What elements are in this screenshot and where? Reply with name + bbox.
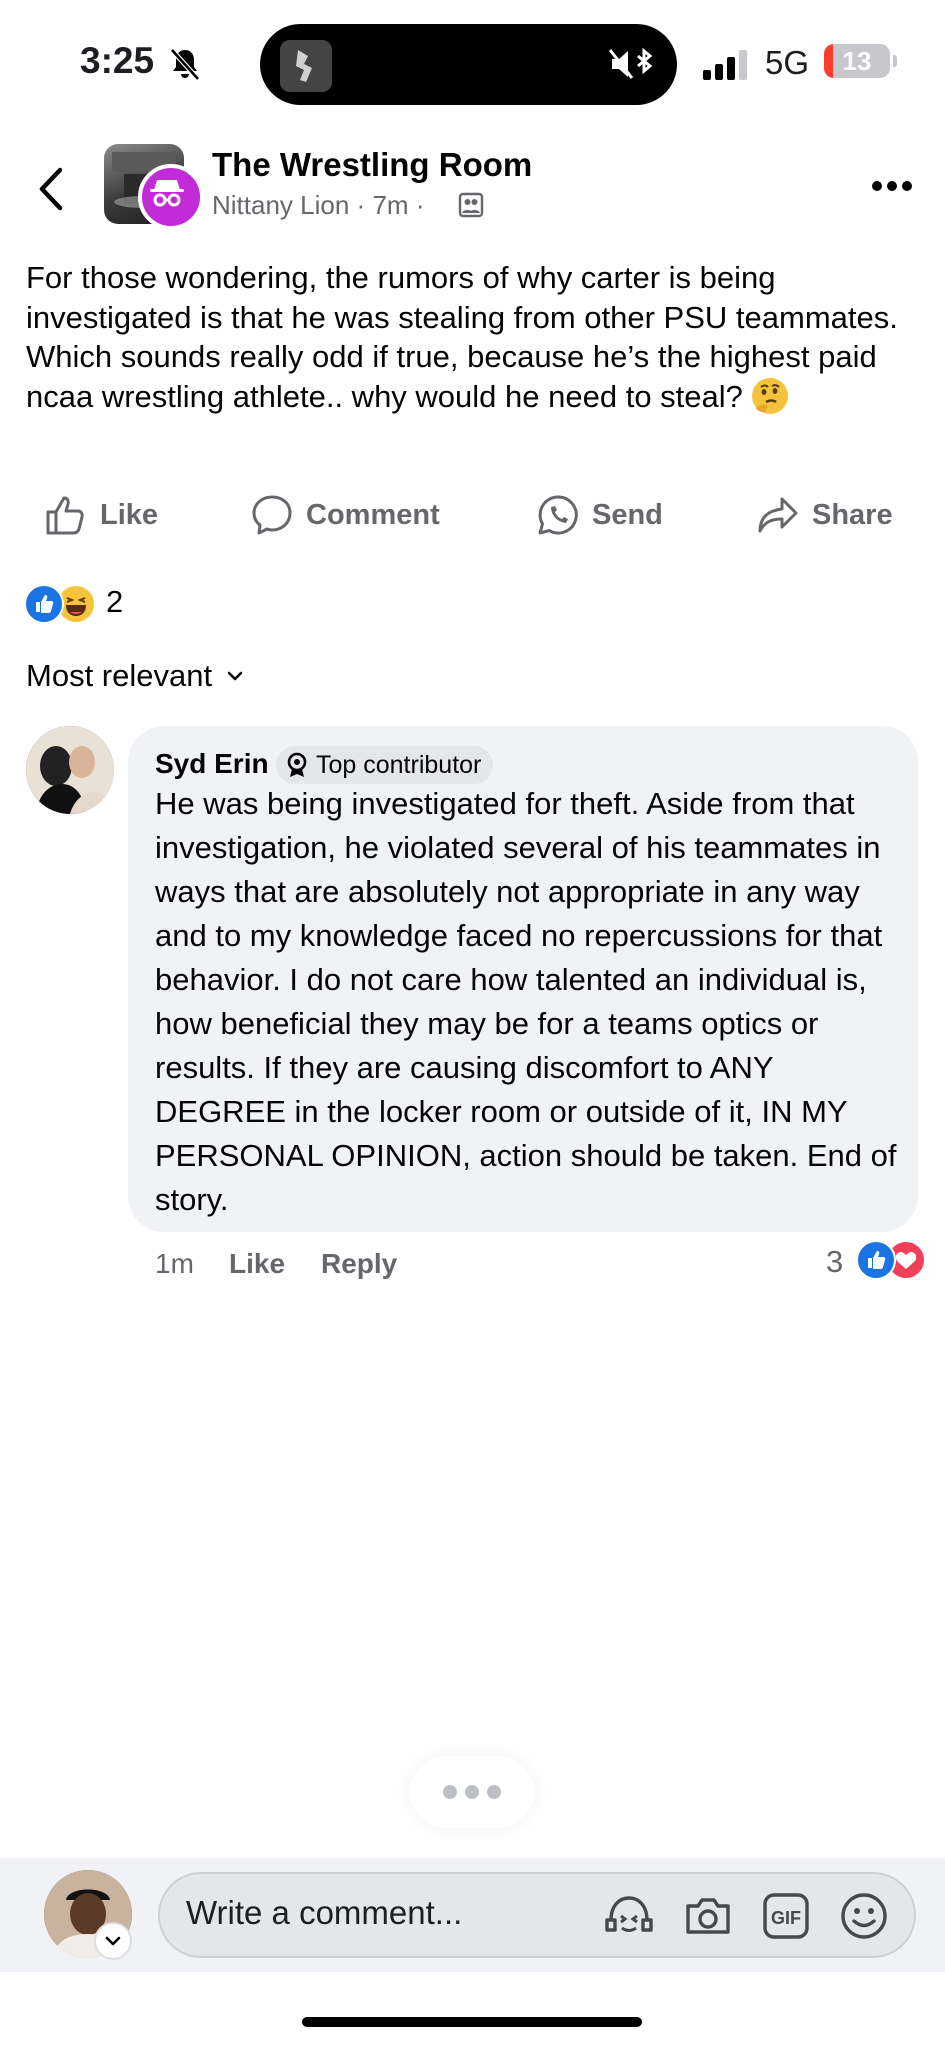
comment-reaction-count[interactable]: 3	[826, 1244, 843, 1280]
like-reaction-icon[interactable]	[24, 584, 64, 624]
comment-reply-button[interactable]: Reply	[321, 1248, 397, 1280]
switch-profile-chevron-icon[interactable]	[94, 1922, 132, 1960]
loading-indicator	[410, 1756, 534, 1828]
thumbs-up-icon	[46, 496, 84, 535]
like-button[interactable]: Like	[44, 490, 158, 540]
camera-icon[interactable]	[682, 1890, 734, 1942]
anonymous-member-icon	[138, 164, 204, 230]
battery-indicator: 13	[824, 44, 898, 80]
sort-comments-dropdown[interactable]: Most relevant	[26, 658, 244, 694]
award-ribbon-icon	[287, 752, 307, 777]
top-contributor-badge[interactable]: Top contributor	[276, 746, 494, 784]
whatsapp-icon	[538, 495, 578, 535]
avatar[interactable]	[26, 726, 114, 814]
gif-icon[interactable]: GIF	[760, 1890, 812, 1942]
comment-age: 1m	[155, 1248, 194, 1279]
group-members-icon	[458, 192, 484, 218]
comment-like-button[interactable]: Like	[229, 1248, 285, 1280]
cellular-signal-icon	[703, 50, 747, 80]
reaction-count[interactable]: 2	[106, 584, 123, 620]
badge-label: Top contributor	[316, 750, 482, 779]
send-button[interactable]: Send	[536, 490, 663, 540]
share-button[interactable]: Share	[756, 490, 893, 540]
share-label: Share	[812, 498, 893, 531]
chevron-down-icon	[227, 671, 243, 681]
post-age[interactable]: 7m	[372, 190, 408, 220]
silent-bell-icon	[170, 48, 200, 81]
emoji-icon[interactable]	[838, 1890, 890, 1942]
thinking-face-icon	[751, 377, 788, 414]
comment-input-placeholder[interactable]: Write a comment...	[186, 1894, 462, 1932]
home-indicator	[302, 2017, 642, 2027]
network-type: 5G	[765, 44, 810, 81]
comment-bubble-icon	[252, 495, 292, 535]
status-time: 3:25	[80, 40, 155, 81]
post-meta: Nittany Lion · 7m ·	[212, 190, 424, 221]
like-label: Like	[100, 498, 159, 531]
comment-text: He was being investigated for theft. Asi…	[155, 786, 897, 1217]
share-arrow-icon	[758, 497, 798, 533]
mute-bluetooth-icon	[608, 47, 653, 79]
comment-button[interactable]: Comment	[250, 490, 440, 540]
sort-label: Most relevant	[26, 658, 213, 693]
avatar-sticker-icon[interactable]	[603, 1890, 655, 1942]
comment-label: Comment	[306, 498, 440, 531]
more-options-icon[interactable]	[870, 178, 914, 194]
now-playing-thumbnail	[280, 40, 332, 92]
like-reaction-icon[interactable]	[856, 1240, 896, 1280]
group-name[interactable]: The Wrestling Room	[212, 146, 532, 184]
battery-level-text: 13	[842, 46, 872, 76]
send-label: Send	[592, 498, 663, 531]
meta-separator: ·	[356, 190, 366, 220]
post-author[interactable]: Nittany Lion	[212, 190, 349, 220]
comment-author[interactable]: Syd Erin	[155, 748, 269, 780]
back-chevron-icon[interactable]	[30, 164, 74, 214]
post-body: For those wondering, the rumors of why c…	[26, 258, 916, 416]
gif-label: GIF	[771, 1908, 801, 1928]
meta-separator: ·	[415, 190, 425, 220]
